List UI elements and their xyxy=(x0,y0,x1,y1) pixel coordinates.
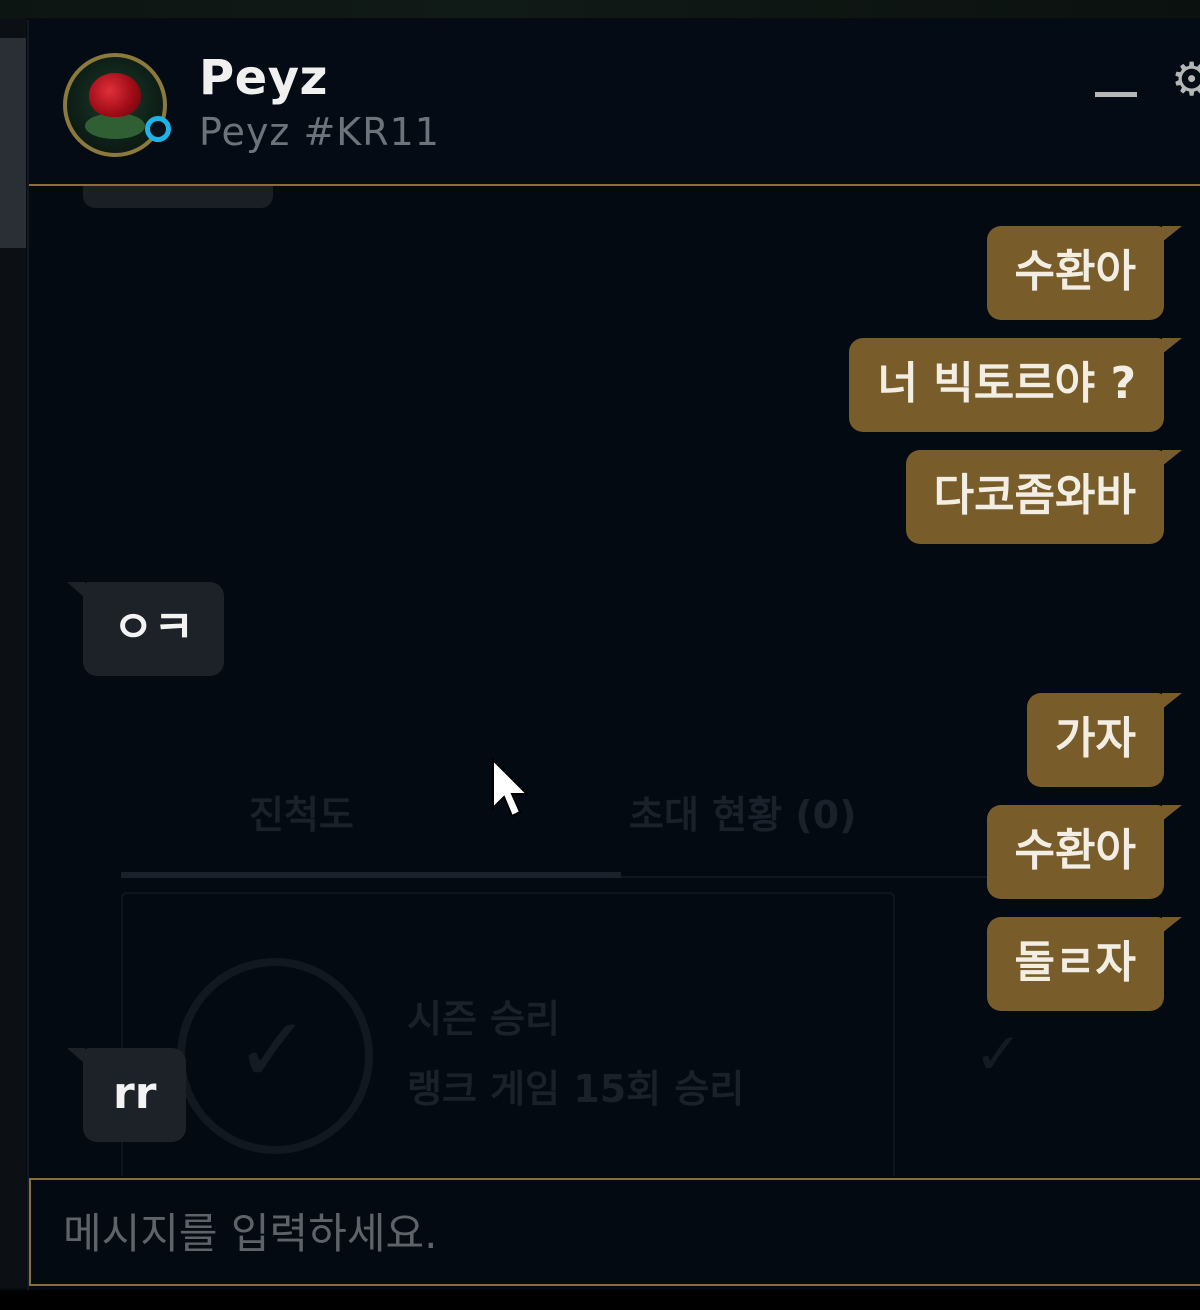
message-bubble-incoming: rr xyxy=(66,1048,187,1142)
message-bubble-outgoing: 돌ㄹ자 xyxy=(986,917,1183,1011)
scrollbar-thumb[interactable] xyxy=(0,38,26,248)
message-input[interactable] xyxy=(61,1200,1165,1266)
message-bubble-outgoing: 가자 xyxy=(1027,693,1182,787)
mouse-pointer-icon xyxy=(492,758,530,818)
message-bubble-incoming: ㅇㅋ xyxy=(67,582,224,676)
background-check-icon: ✓ xyxy=(235,998,311,1103)
client-background: Peyz Peyz #KR11 ⚙ 진척도 초대 현황 (0) ✓ 시즌 승리 … xyxy=(0,0,1200,1310)
background-tab-underline xyxy=(121,872,621,878)
chat-window: Peyz Peyz #KR11 ⚙ 진척도 초대 현황 (0) ✓ 시즌 승리 … xyxy=(27,20,1200,1290)
top-edge xyxy=(0,0,1200,18)
background-check-icon-2: ✓ xyxy=(974,1020,1023,1088)
background-tab-progress: 진척도 xyxy=(249,793,354,837)
background-tab-invites: 초대 현황 (0) xyxy=(629,793,857,837)
contact-riot-id: Peyz #KR11 xyxy=(199,110,440,154)
left-scroll-area xyxy=(0,18,26,1288)
minimize-icon[interactable] xyxy=(1095,80,1137,110)
message-composer[interactable] xyxy=(29,1178,1200,1286)
online-status-icon xyxy=(145,116,171,142)
message-bubble-outgoing: 수환아 xyxy=(986,226,1183,320)
rose-icon xyxy=(89,73,141,117)
message-bubble-outgoing: 수환아 xyxy=(986,805,1183,899)
gear-icon[interactable]: ⚙ xyxy=(1171,56,1200,102)
background-mission-desc: 랭크 게임 15회 승리 xyxy=(407,1067,745,1111)
message-list[interactable]: 진척도 초대 현황 (0) ✓ 시즌 승리 랭크 게임 15회 승리 ✓ 수환아… xyxy=(29,186,1200,1176)
message-bubble-outgoing: 너 빅토르야 ? xyxy=(849,338,1182,432)
chat-header: Peyz Peyz #KR11 ⚙ xyxy=(29,20,1200,186)
contact-name: Peyz xyxy=(199,50,328,106)
bottom-edge xyxy=(0,1290,1200,1310)
background-mission-title: 시즌 승리 xyxy=(407,997,561,1041)
previous-message-bubble xyxy=(83,186,273,208)
message-bubble-outgoing: 다코좀와바 xyxy=(905,450,1183,544)
avatar[interactable] xyxy=(63,53,167,157)
